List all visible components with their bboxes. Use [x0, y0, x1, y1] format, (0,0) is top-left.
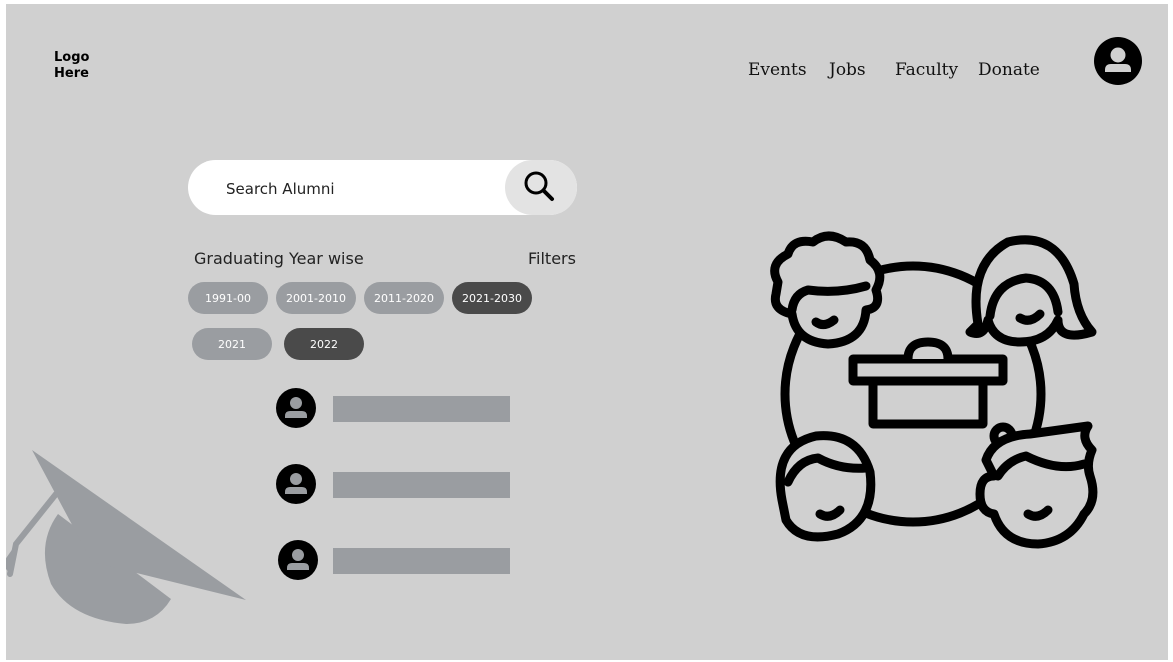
search-button[interactable] [505, 160, 577, 215]
group-meeting-icon [770, 231, 1098, 549]
search-icon [524, 171, 554, 201]
graduating-year-label: Graduating Year wise [194, 249, 364, 268]
chip-1991-00[interactable]: 1991-00 [188, 282, 268, 314]
logo[interactable]: Logo Here [54, 50, 89, 82]
filters-link[interactable]: Filters [528, 249, 576, 268]
alumni-name-placeholder[interactable] [333, 472, 510, 498]
nav-events[interactable]: Events [748, 60, 807, 80]
chip-2021-2030[interactable]: 2021-2030 [452, 282, 532, 314]
chip-2022[interactable]: 2022 [284, 328, 364, 360]
nav-donate[interactable]: Donate [978, 60, 1040, 80]
page-canvas: Logo Here Events Jobs Faculty Donate Gra… [6, 4, 1168, 660]
chip-2001-2010[interactable]: 2001-2010 [276, 282, 356, 314]
alumni-name-placeholder[interactable] [333, 396, 510, 422]
search-input[interactable] [224, 160, 498, 217]
profile-icon[interactable] [1094, 37, 1142, 85]
user-avatar-icon [276, 464, 316, 504]
nav-faculty[interactable]: Faculty [895, 60, 958, 80]
nav-jobs[interactable]: Jobs [829, 60, 866, 80]
user-avatar-icon [278, 540, 318, 580]
alumni-name-placeholder[interactable] [333, 548, 510, 574]
user-avatar-icon [276, 388, 316, 428]
search-bar [188, 160, 577, 217]
chip-2011-2020[interactable]: 2011-2020 [364, 282, 444, 314]
chip-2021[interactable]: 2021 [192, 328, 272, 360]
graduation-cap-icon [6, 450, 246, 624]
